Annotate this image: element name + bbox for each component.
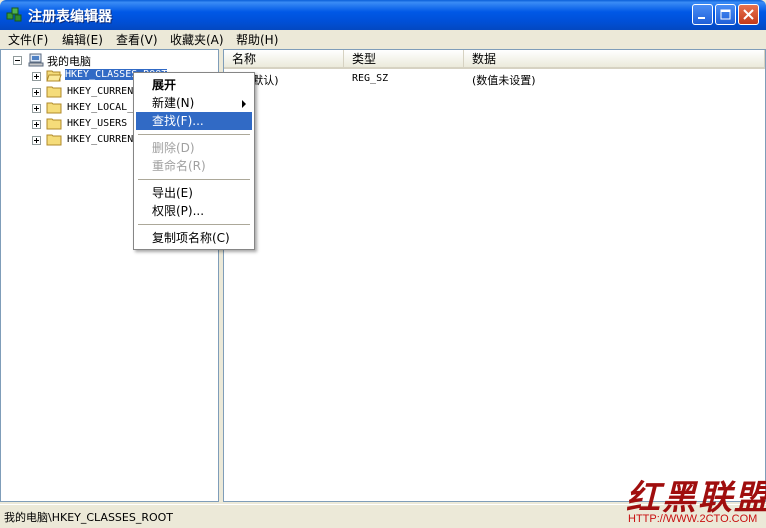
menu-edit[interactable]: 编辑(E) (60, 31, 105, 48)
menu-bar: 文件(F) 编辑(E) 查看(V) 收藏夹(A) 帮助(H) (0, 30, 766, 48)
menu-view[interactable]: 查看(V) (114, 31, 160, 48)
menu-favorites[interactable]: 收藏夹(A) (168, 31, 226, 48)
ctx-export[interactable]: 导出(E) (136, 184, 252, 202)
value-list-pane[interactable]: 名称 类型 数据 ab (默认) REG_SZ (数值未设置) (223, 49, 766, 502)
maximize-button[interactable] (715, 4, 736, 25)
ctx-find[interactable]: 查找(F)... (136, 112, 252, 130)
collapse-icon[interactable] (13, 56, 22, 65)
close-icon (743, 9, 754, 20)
value-type: REG_SZ (352, 73, 389, 84)
registry-editor-window: 注册表编辑器 文件(F) 编辑(E) 查看(V) 收藏夹(A) 帮助(H) 我的… (0, 0, 766, 528)
tree-root-label: 我的电脑 (47, 55, 91, 68)
tree-node-label: HKEY_USERS (67, 118, 128, 129)
folder-icon (46, 118, 62, 130)
context-menu: 展开 新建(N) 查找(F)... 删除(D) 重命名(R) 导出(E) 权限(… (133, 72, 255, 250)
ctx-new[interactable]: 新建(N) (136, 94, 252, 112)
window-title: 注册表编辑器 (28, 9, 112, 25)
tree-node-label: HKEY_CURREN (67, 134, 134, 145)
folder-icon (46, 134, 62, 146)
ctx-permissions[interactable]: 权限(P)... (136, 202, 252, 220)
watermark-logo: 红黑联盟 (626, 478, 766, 518)
expand-icon[interactable] (32, 136, 41, 145)
title-bar[interactable]: 注册表编辑器 (0, 0, 766, 30)
computer-icon (28, 53, 44, 67)
menu-file[interactable]: 文件(F) (6, 31, 50, 48)
registry-editor-icon (6, 7, 22, 22)
minimize-icon (698, 17, 705, 19)
folder-icon (46, 102, 62, 114)
ctx-copy-key-name[interactable]: 复制项名称(C) (136, 229, 252, 247)
tree-node-label: HKEY_CURREN (67, 86, 134, 97)
ctx-rename[interactable]: 重命名(R) (136, 157, 252, 175)
menu-separator (138, 179, 250, 180)
list-row[interactable]: ab (默认) REG_SZ (数值未设置) (224, 50, 764, 90)
value-data: (数值未设置) (472, 74, 536, 87)
expand-icon[interactable] (32, 88, 41, 97)
tree-node-label: HKEY_LOCAL_ (67, 102, 134, 113)
minimize-button[interactable] (692, 4, 713, 25)
folder-icon (46, 86, 62, 98)
menu-separator (138, 134, 250, 135)
menu-separator (138, 224, 250, 225)
watermark-url: HTTP://WWW.2CTO.COM (628, 513, 758, 525)
maximize-icon (720, 9, 731, 20)
submenu-arrow-icon (242, 100, 246, 108)
expand-icon[interactable] (32, 72, 41, 81)
tree-root-row[interactable]: 我的电脑 (1, 52, 211, 68)
ctx-delete[interactable]: 删除(D) (136, 139, 252, 157)
ctx-new-label: 新建(N) (152, 96, 195, 110)
close-button[interactable] (738, 4, 759, 25)
folder-open-icon (46, 70, 62, 82)
ctx-expand[interactable]: 展开 (136, 76, 252, 94)
expand-icon[interactable] (32, 120, 41, 129)
menu-help[interactable]: 帮助(H) (234, 31, 280, 48)
expand-icon[interactable] (32, 104, 41, 113)
status-path: 我的电脑\HKEY_CLASSES_ROOT (4, 511, 174, 524)
